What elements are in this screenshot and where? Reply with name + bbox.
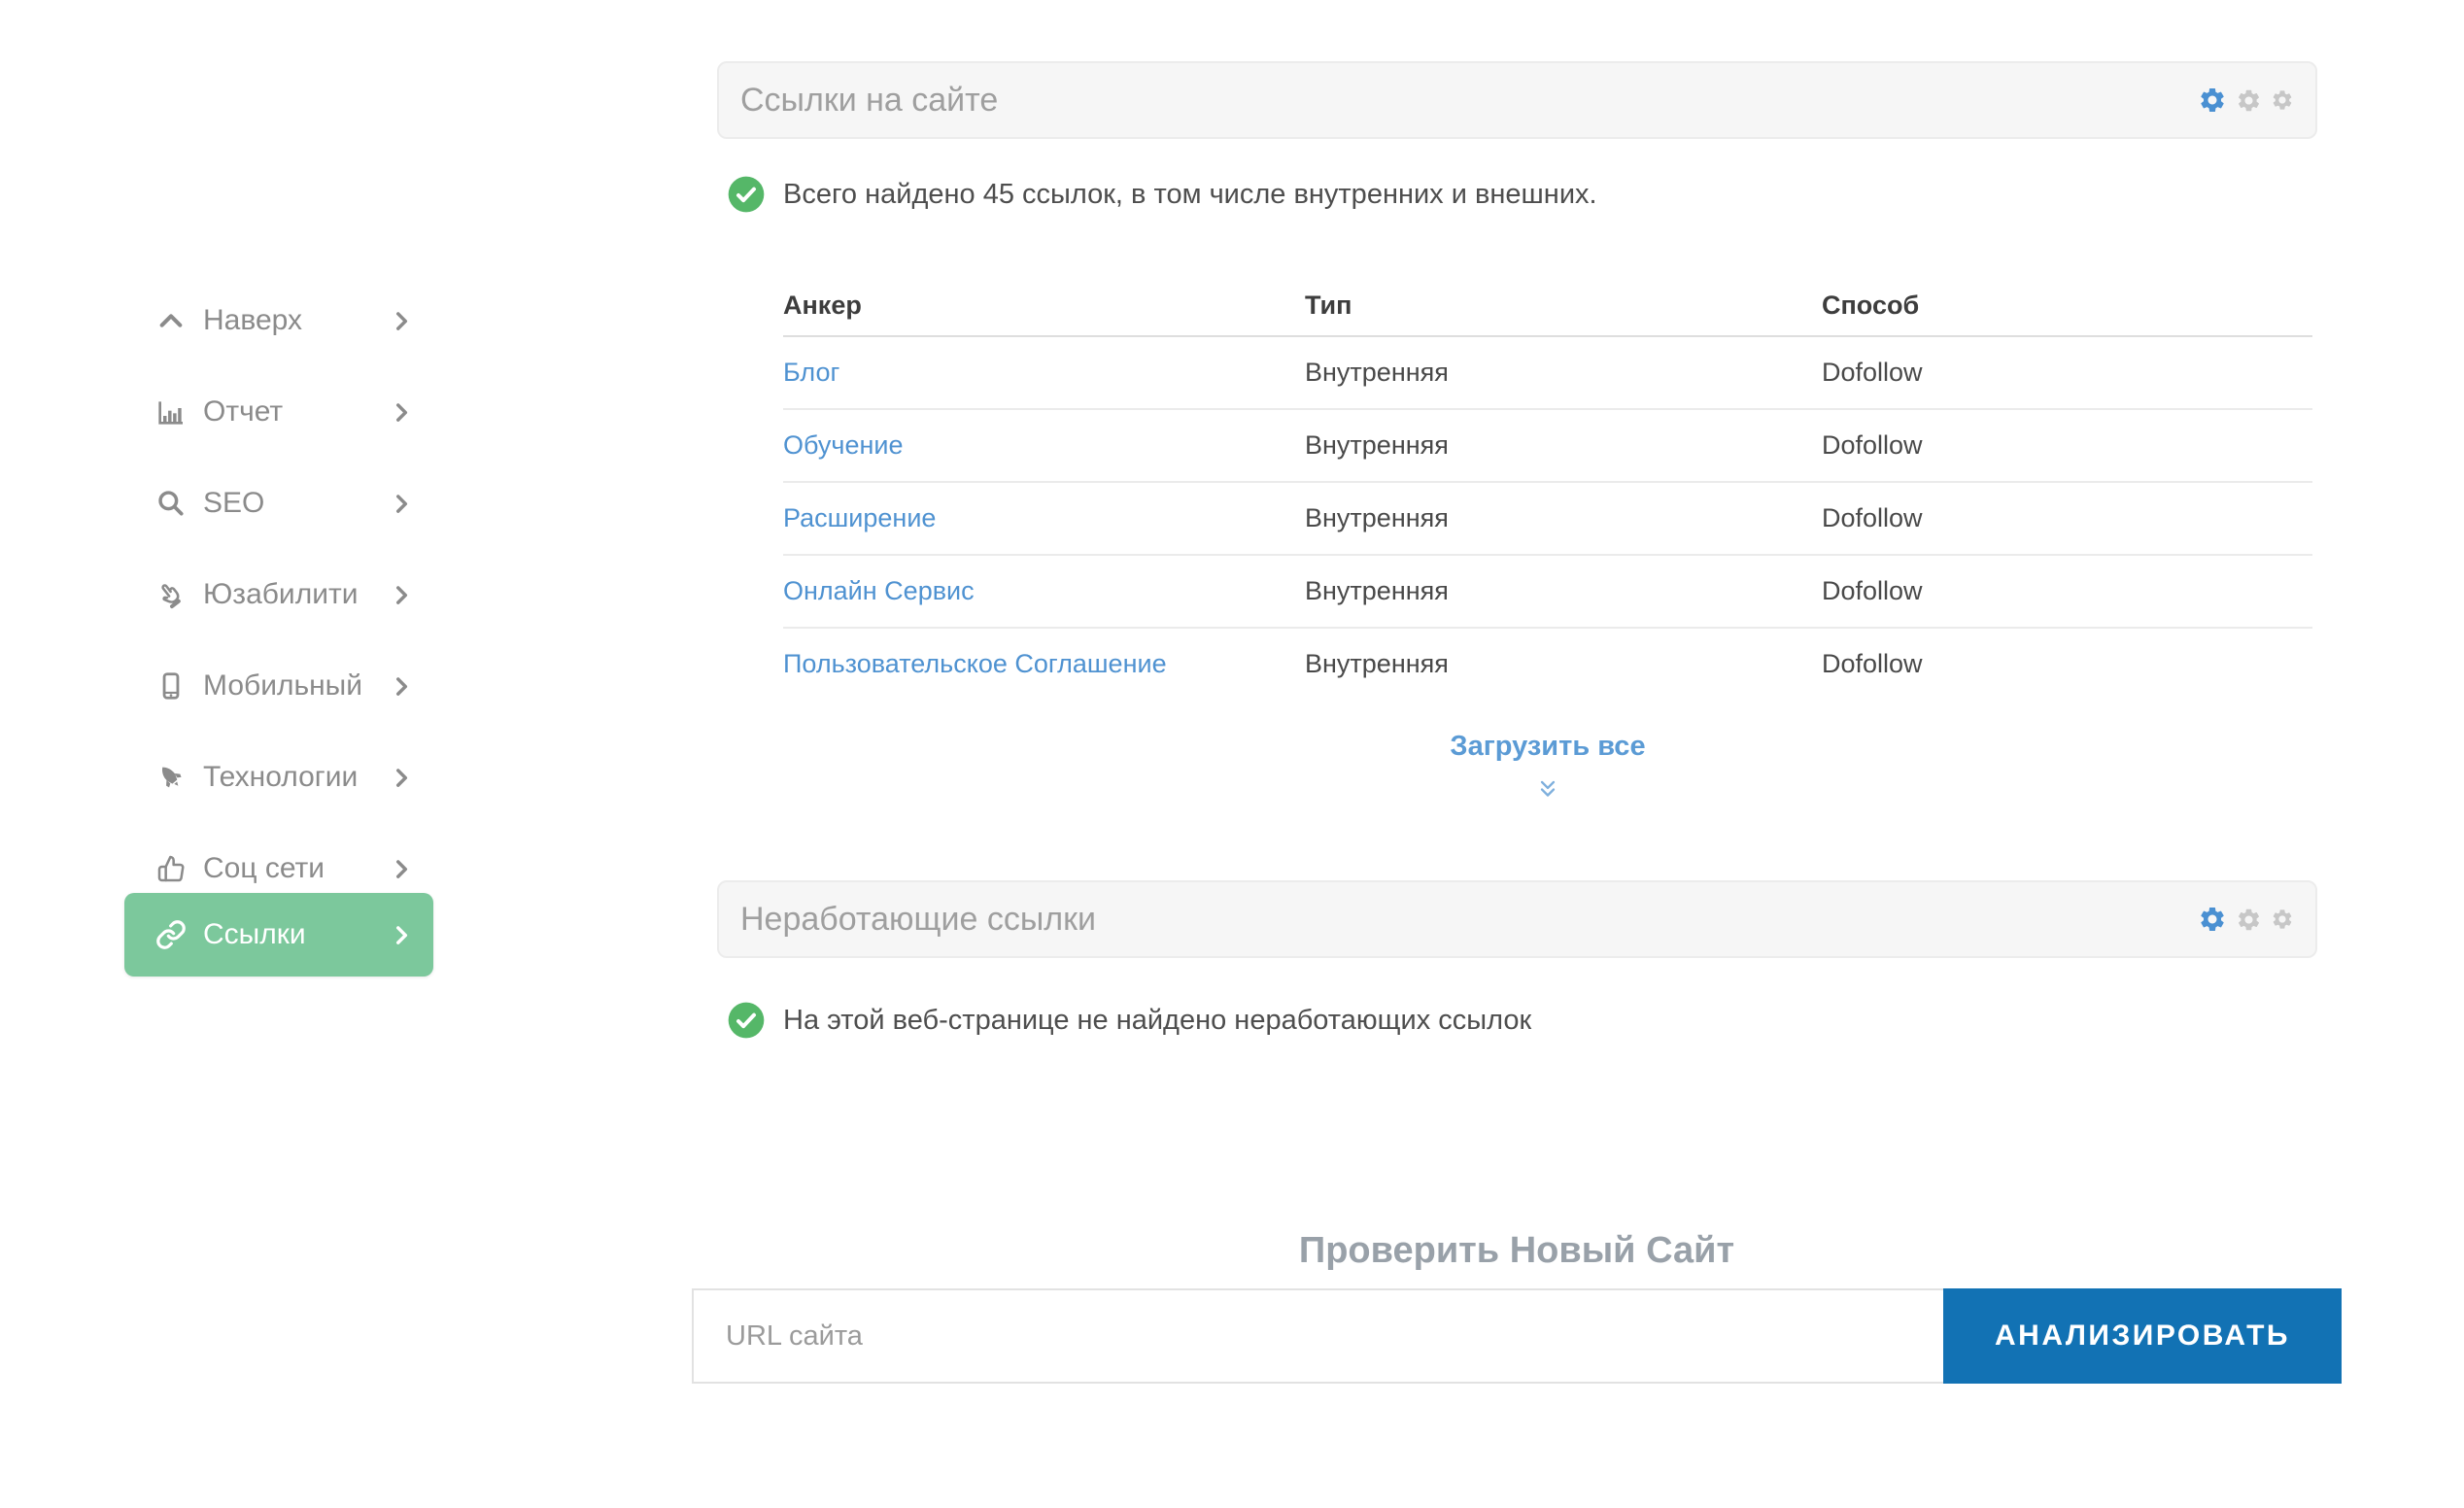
link-method: Dofollow xyxy=(1822,503,1923,532)
link-method: Dofollow xyxy=(1822,576,1923,605)
anchor-link[interactable]: Пользовательское Соглашение xyxy=(783,649,1167,678)
thumbs-up-icon xyxy=(154,851,188,886)
sidebar-item-technologies[interactable]: Технологии xyxy=(124,732,433,823)
sidebar-item-usability[interactable]: Юзабилити xyxy=(124,549,433,640)
chevron-up-icon xyxy=(154,303,188,338)
chevron-right-icon xyxy=(389,491,414,516)
analyze-button[interactable]: АНАЛИЗИРОВАТЬ xyxy=(1943,1288,2342,1384)
new-site-heading: Проверить Новый Сайт xyxy=(1298,1230,1735,1271)
settings-gear-icon[interactable] xyxy=(2236,907,2262,933)
anchor-link[interactable]: Расширение xyxy=(783,503,936,532)
url-input[interactable] xyxy=(692,1288,1943,1384)
load-all-link[interactable]: Загрузить все xyxy=(1450,731,1645,762)
mobile-phone-icon xyxy=(154,668,188,703)
links-panel-title: Ссылки на сайте xyxy=(740,81,999,119)
success-check-icon xyxy=(727,1001,766,1040)
link-type: Внутренняя xyxy=(1305,430,1449,460)
link-method: Dofollow xyxy=(1822,430,1923,460)
pointer-hand-icon xyxy=(154,577,188,612)
bar-chart-icon xyxy=(154,394,188,429)
panel-settings-gears xyxy=(2198,905,2294,934)
sidebar-item-report[interactable]: Отчет xyxy=(124,366,433,458)
chevron-right-icon xyxy=(389,582,414,607)
link-type: Внутренняя xyxy=(1305,576,1449,605)
sidebar-item-top[interactable]: Наверх xyxy=(124,275,433,366)
new-site-section: Проверить Новый Сайт АНАЛИЗИРОВАТЬ xyxy=(692,1230,2342,1384)
chevron-right-icon xyxy=(389,765,414,790)
broken-links-panel-title: Неработающие ссылки xyxy=(740,900,1096,938)
anchor-link[interactable]: Блог xyxy=(783,358,839,387)
table-row: Расширение Внутренняя Dofollow xyxy=(783,483,2312,556)
links-status-text: Всего найдено 45 ссылок, в том числе вну… xyxy=(783,178,1597,210)
links-status-row: Всего найдено 45 ссылок, в том числе вну… xyxy=(727,175,1597,214)
settings-gear-icon[interactable] xyxy=(2271,908,2294,931)
anchor-link[interactable]: Обучение xyxy=(783,430,903,460)
success-check-icon xyxy=(727,175,766,214)
chevron-right-icon xyxy=(389,308,414,333)
link-method: Dofollow xyxy=(1822,358,1923,387)
panel-settings-gears xyxy=(2198,86,2294,115)
sidebar-item-seo[interactable]: SEO xyxy=(124,458,433,549)
anchor-link[interactable]: Онлайн Сервис xyxy=(783,576,975,605)
link-method: Dofollow xyxy=(1822,649,1923,678)
sidebar-item-label: Мобильный xyxy=(203,669,362,702)
load-all-block: Загрузить все xyxy=(783,731,2312,806)
sidebar-item-label: Отчет xyxy=(203,395,284,428)
chevron-right-icon xyxy=(389,673,414,699)
sidebar-item-label: Наверх xyxy=(203,304,302,336)
broken-links-status-row: На этой веб-странице не найдено неработа… xyxy=(727,1001,1531,1040)
sidebar: Наверх Отчет SEO Юзабилити Мобильный Тех… xyxy=(124,275,433,977)
sidebar-item-label: Ссылки xyxy=(203,918,306,950)
sidebar-item-links[interactable]: Ссылки xyxy=(124,893,433,977)
page: Наверх Отчет SEO Юзабилити Мобильный Тех… xyxy=(0,0,2464,1508)
table-row: Обучение Внутренняя Dofollow xyxy=(783,410,2312,483)
broken-links-status-text: На этой веб-странице не найдено неработа… xyxy=(783,1004,1532,1036)
double-chevron-down-icon[interactable] xyxy=(1535,776,1560,802)
rocket-icon xyxy=(154,760,188,795)
chevron-right-icon xyxy=(389,856,414,881)
links-panel-header: Ссылки на сайте xyxy=(717,61,2317,139)
settings-gear-icon[interactable] xyxy=(2271,88,2294,112)
table-row: Блог Внутренняя Dofollow xyxy=(783,337,2312,410)
sidebar-item-label: SEO xyxy=(203,487,265,519)
links-table-header: Анкер Тип Способ xyxy=(783,275,2312,337)
settings-gear-icon[interactable] xyxy=(2236,87,2262,114)
broken-links-panel-header: Неработающие ссылки xyxy=(717,880,2317,958)
links-table: Анкер Тип Способ Блог Внутренняя Dofollo… xyxy=(783,275,2312,700)
search-icon xyxy=(154,486,188,521)
chevron-right-icon xyxy=(389,922,414,947)
column-header-type: Тип xyxy=(1305,290,1352,320)
new-site-form: АНАЛИЗИРОВАТЬ xyxy=(692,1288,2342,1384)
chevron-right-icon xyxy=(389,399,414,425)
sidebar-item-label: Юзабилити xyxy=(203,578,359,610)
column-header-method: Способ xyxy=(1822,290,1920,320)
column-header-anchor: Анкер xyxy=(783,290,862,320)
settings-gear-icon[interactable] xyxy=(2198,905,2227,934)
settings-gear-icon[interactable] xyxy=(2198,86,2227,115)
sidebar-item-mobile[interactable]: Мобильный xyxy=(124,640,433,732)
sidebar-item-label: Соц сети xyxy=(203,852,325,884)
link-type: Внутренняя xyxy=(1305,358,1449,387)
link-chain-icon xyxy=(154,917,188,952)
link-type: Внутренняя xyxy=(1305,503,1449,532)
sidebar-item-label: Технологии xyxy=(203,761,359,793)
table-row: Пользовательское Соглашение Внутренняя D… xyxy=(783,629,2312,700)
link-type: Внутренняя xyxy=(1305,649,1449,678)
table-row: Онлайн Сервис Внутренняя Dofollow xyxy=(783,556,2312,629)
